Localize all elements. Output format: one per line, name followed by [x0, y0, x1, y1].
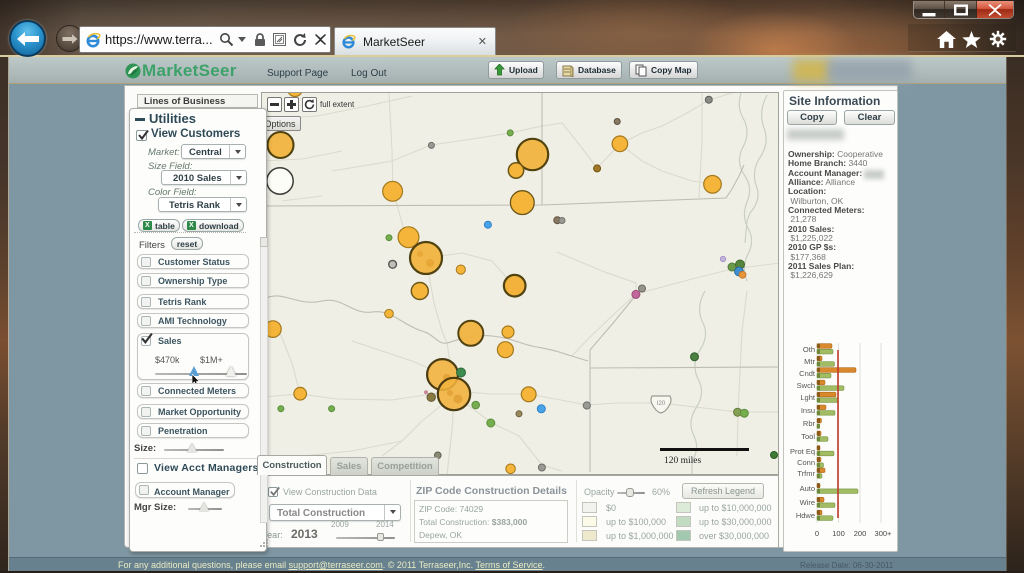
svg-text:200: 200 — [854, 529, 867, 538]
svg-text:0: 0 — [815, 529, 819, 538]
svg-text:Tool: Tool — [801, 432, 815, 441]
svg-text:300+: 300+ — [875, 529, 893, 538]
svg-text:I20: I20 — [657, 401, 666, 407]
svg-text:Prot Eq: Prot Eq — [790, 447, 815, 456]
svg-text:Cndt: Cndt — [799, 369, 816, 378]
svg-text:Oth: Oth — [803, 345, 815, 354]
svg-text:Swch: Swch — [797, 381, 815, 390]
svg-text:100: 100 — [832, 529, 845, 538]
svg-text:Wire: Wire — [800, 498, 815, 507]
svg-text:Hdwe: Hdwe — [796, 511, 815, 520]
svg-text:Insu: Insu — [801, 406, 815, 415]
svg-text:Auto: Auto — [800, 484, 815, 493]
svg-text:Rbr: Rbr — [803, 419, 816, 428]
svg-text:Trfmr: Trfmr — [797, 469, 815, 478]
svg-text:Lght: Lght — [800, 393, 816, 402]
svg-text:Conn: Conn — [797, 458, 815, 467]
svg-text:Mtr: Mtr — [804, 357, 815, 366]
